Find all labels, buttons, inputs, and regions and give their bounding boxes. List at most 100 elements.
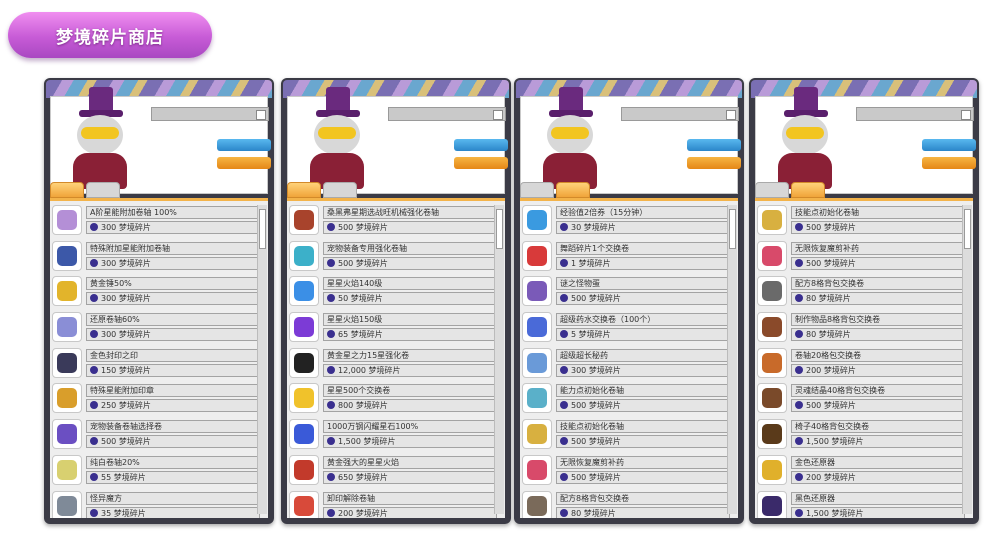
tab-1[interactable] xyxy=(755,182,789,198)
list-item[interactable]: 无限恢复魔剪补药 500 梦境碎片 xyxy=(520,453,730,488)
list-item[interactable]: 怪异魔方 35 梦境碎片 xyxy=(50,489,260,518)
checkbox[interactable] xyxy=(726,110,736,120)
list-item[interactable]: 还原卷轴60% 300 梦境碎片 xyxy=(50,310,260,345)
list-item[interactable]: 黑色还原器 1,500 梦境碎片 xyxy=(755,489,965,518)
blue-button[interactable] xyxy=(217,139,271,151)
item-name: 无限恢复魔剪补药 xyxy=(556,455,730,469)
checkbox[interactable] xyxy=(256,110,266,120)
list-item[interactable]: 纯白卷轴20% 55 梦境碎片 xyxy=(50,453,260,488)
coin-icon xyxy=(90,437,98,446)
item-price: 1 梦境碎片 xyxy=(556,256,730,270)
item-list: 桑黑弗星期选战旺机械强化卷轴 500 梦境碎片 宠物装备专用强化卷轴 500 梦境碎片… xyxy=(287,198,505,518)
list-item[interactable]: 配方8格背包交换卷 80 梦境碎片 xyxy=(755,274,965,309)
stamp-icon xyxy=(52,383,82,414)
list-item[interactable]: 宠物装备专用强化卷轴 500 梦境碎片 xyxy=(287,239,497,274)
item-price: 150 梦境碎片 xyxy=(86,363,260,377)
list-item[interactable]: 黄金锤50% 300 梦境碎片 xyxy=(50,274,260,309)
checkbox[interactable] xyxy=(961,110,971,120)
orange-button[interactable] xyxy=(454,157,508,169)
orange-button[interactable] xyxy=(687,157,741,169)
tab-2[interactable] xyxy=(556,182,590,198)
tab-2[interactable] xyxy=(791,182,825,198)
item-price: 12,000 梦境碎片 xyxy=(323,363,497,377)
currency-label: 梦境碎片 xyxy=(576,258,611,268)
tab-2[interactable] xyxy=(86,182,120,198)
list-item[interactable]: 超级药水交换卷（100个） 5 梦境碎片 xyxy=(520,310,730,345)
scroll-thumb[interactable] xyxy=(964,209,971,249)
list-item[interactable]: 舞蹈碎片1个交换卷 1 梦境碎片 xyxy=(520,239,730,274)
list-item[interactable]: 宠物装备卷轴选择卷 500 梦境碎片 xyxy=(50,417,260,452)
list-item[interactable]: 技能点初始化卷轴 500 梦境碎片 xyxy=(755,203,965,238)
currency-label: 梦境碎片 xyxy=(581,223,616,232)
scrollbar[interactable] xyxy=(962,205,972,514)
tab-1[interactable] xyxy=(50,182,84,198)
item-name: 特殊星能附加印章 xyxy=(86,384,260,398)
tab-2[interactable] xyxy=(323,182,357,198)
scrollbar[interactable] xyxy=(494,205,504,514)
blue-button[interactable] xyxy=(687,139,741,151)
coin-icon xyxy=(327,508,335,517)
list-item[interactable]: 超级超长秘药 300 梦境碎片 xyxy=(520,346,730,381)
item-price: 500 梦境碎片 xyxy=(86,435,260,449)
list-item[interactable]: 制作物品8格背包交换卷 80 梦境碎片 xyxy=(755,310,965,345)
currency-label: 梦境碎片 xyxy=(586,294,621,304)
orange-button[interactable] xyxy=(922,157,976,169)
item-name: 卸印解除卷轴 xyxy=(323,491,497,505)
list-item[interactable]: 技能点初始化卷轴 500 梦境碎片 xyxy=(520,417,730,452)
scroll-thumb[interactable] xyxy=(259,209,266,249)
list-item[interactable]: 桑黑弗星期选战旺机械强化卷轴 500 梦境碎片 xyxy=(287,203,497,238)
list-item[interactable]: 1000万钢闪耀星石100% 1,500 梦境碎片 xyxy=(287,417,497,452)
price-amount: 80 xyxy=(806,294,817,304)
scrollbar[interactable] xyxy=(257,205,267,514)
tab-1[interactable] xyxy=(287,182,321,198)
coin-icon xyxy=(327,401,335,410)
item-name: 无限恢复魔剪补药 xyxy=(791,241,965,255)
blue-button[interactable] xyxy=(454,139,508,151)
list-item[interactable]: 星星火焰150级 65 梦境碎片 xyxy=(287,310,497,345)
item-price: 500 梦境碎片 xyxy=(556,292,730,306)
item-price: 300 梦境碎片 xyxy=(86,256,260,270)
tab-1[interactable] xyxy=(520,182,554,198)
list-item[interactable]: 星星火焰140级 50 梦境碎片 xyxy=(287,274,497,309)
medicine-icon xyxy=(757,240,787,271)
list-item[interactable]: 金色还原器 200 梦境碎片 xyxy=(755,453,965,488)
scroll-thumb[interactable] xyxy=(729,209,736,249)
currency-label: 梦境碎片 xyxy=(111,508,146,518)
list-item[interactable]: 灵魂结晶40格背包交换卷 500 梦境碎片 xyxy=(755,381,965,416)
currency-label: 梦境碎片 xyxy=(348,294,383,304)
list-item[interactable]: 黄金星之力15星强化卷 12,000 梦境碎片 xyxy=(287,346,497,381)
list-item[interactable]: 配方8格背包交换卷 80 梦境碎片 xyxy=(520,489,730,518)
list-item[interactable]: 卸印解除卷轴 200 梦境碎片 xyxy=(287,489,497,518)
scroll-thumb[interactable] xyxy=(496,209,503,249)
item-name: 经验值2倍券（15分钟） xyxy=(556,206,730,219)
blue-button[interactable] xyxy=(922,139,976,151)
list-item[interactable]: 经验值2倍券（15分钟） 30 梦境碎片 xyxy=(520,203,730,238)
list-item[interactable]: 无限恢复魔剪补药 500 梦境碎片 xyxy=(755,239,965,274)
checkbox[interactable] xyxy=(493,110,503,120)
currency-label: 梦境碎片 xyxy=(111,472,146,482)
list-item[interactable]: 金色封印之印 150 梦境碎片 xyxy=(50,346,260,381)
list-item[interactable]: A阶星能附加卷轴 100% 300 梦境碎片 xyxy=(50,203,260,238)
list-item[interactable]: 星星500个交换卷 800 梦境碎片 xyxy=(287,381,497,416)
list-item[interactable]: 椅子40格背包交换卷 1,500 梦境碎片 xyxy=(755,417,965,452)
coin-icon xyxy=(560,330,568,339)
price-amount: 50 xyxy=(338,294,349,304)
list-item[interactable]: 能力点初始化卷轴 500 梦境碎片 xyxy=(520,381,730,416)
list-item[interactable]: 谜之怪物蛋 500 梦境碎片 xyxy=(520,274,730,309)
list-item[interactable]: 黄金强大的星星火焰 650 梦境碎片 xyxy=(287,453,497,488)
item-name: 纯白卷轴20% xyxy=(86,455,260,469)
price-amount: 500 xyxy=(571,401,587,411)
price-amount: 500 xyxy=(101,437,117,447)
scrollbar[interactable] xyxy=(727,205,737,514)
exp-icon xyxy=(522,205,552,235)
shop-tabs xyxy=(287,182,357,198)
medicine-icon xyxy=(522,454,552,485)
scroll-icon xyxy=(522,383,552,414)
list-item[interactable]: 特殊附加星能附加卷轴 300 梦境碎片 xyxy=(50,239,260,274)
item-name: 配方8格背包交换卷 xyxy=(556,491,730,505)
orange-button[interactable] xyxy=(217,157,271,169)
list-item[interactable]: 特殊星能附加印章 250 梦境碎片 xyxy=(50,381,260,416)
list-item[interactable]: 卷轴20格包交换卷 200 梦境碎片 xyxy=(755,346,965,381)
flame-icon xyxy=(289,312,319,343)
coin-icon xyxy=(560,365,568,374)
